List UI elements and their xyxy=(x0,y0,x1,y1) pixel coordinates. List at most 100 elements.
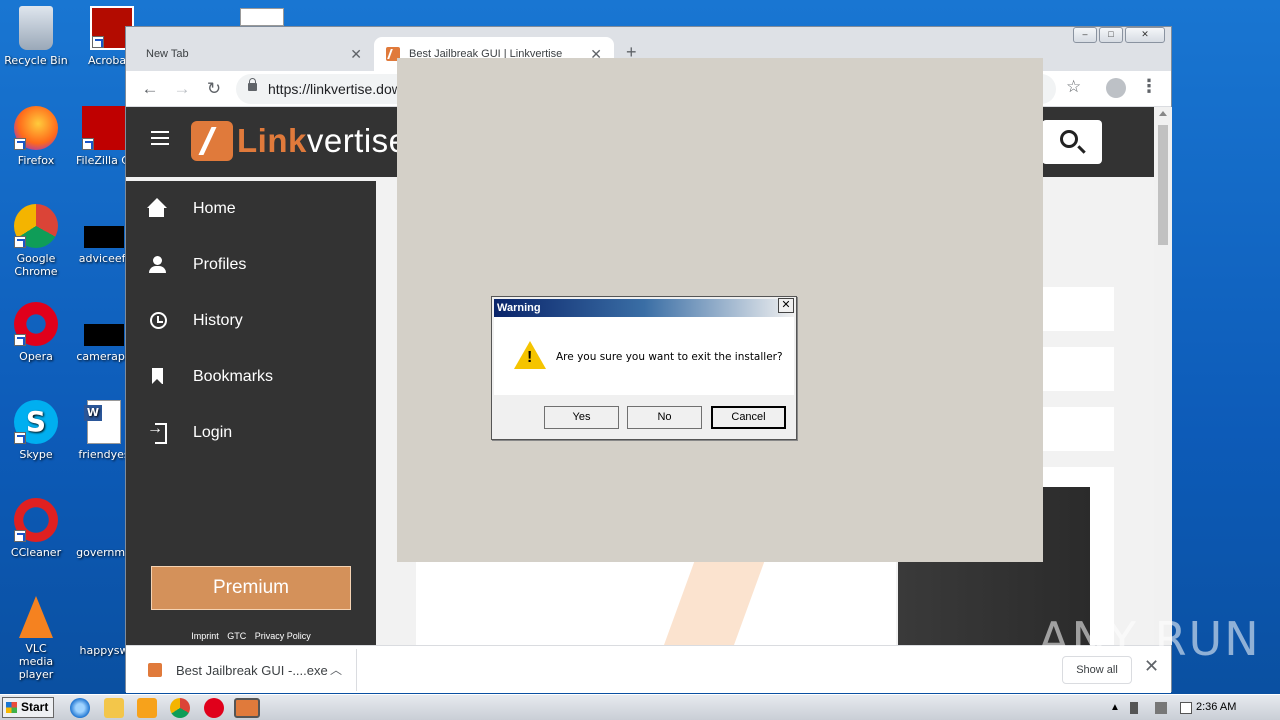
hamburger-menu-icon[interactable] xyxy=(151,131,169,149)
side-navigation: Home Profiles History Bookmarks Login Pr… xyxy=(126,181,376,645)
gtc-link[interactable]: GTC xyxy=(227,631,246,641)
menu-kebab-icon[interactable]: ⋮ xyxy=(1140,76,1158,97)
nav-item-profiles[interactable]: Profiles xyxy=(126,245,376,285)
download-item[interactable]: Best Jailbreak GUI -....exe ︿ xyxy=(132,649,357,691)
nav-item-login[interactable]: Login xyxy=(126,413,376,453)
system-tray: ▲ xyxy=(1100,695,1280,720)
cancel-button[interactable]: Cancel xyxy=(711,406,786,429)
nav-item-home[interactable]: Home xyxy=(126,189,376,229)
back-arrow-icon[interactable]: ← xyxy=(138,77,162,101)
yes-button[interactable]: Yes xyxy=(544,406,619,429)
imprint-link[interactable]: Imprint xyxy=(191,631,219,641)
page-scrollbar[interactable] xyxy=(1154,107,1172,645)
bookmark-star-icon[interactable]: ☆ xyxy=(1066,77,1081,97)
linkvertise-logo-icon xyxy=(191,121,233,161)
desktop-icon-label: Google Chrome xyxy=(14,252,58,278)
desktop-icon-label: Recycle Bin xyxy=(4,54,68,67)
maximize-button[interactable]: □ xyxy=(1099,27,1123,43)
desktop-icon-recycle-bin[interactable]: Recycle Bin xyxy=(0,6,72,67)
word-doc-icon: W xyxy=(84,400,121,444)
tab-title: New Tab xyxy=(146,48,189,60)
file-icon xyxy=(84,226,124,248)
nav-label: Profiles xyxy=(193,256,247,273)
minimize-button[interactable]: ‒ xyxy=(1073,27,1097,43)
promo-banner xyxy=(416,562,896,645)
reload-icon[interactable]: ↻ xyxy=(202,77,226,101)
system-clock[interactable]: 2:36 AM xyxy=(1196,701,1236,713)
desktop-icon-label: Skype xyxy=(19,448,53,461)
warning-exclamation: ! xyxy=(527,349,533,366)
show-hidden-icons-icon[interactable]: ▲ xyxy=(1110,702,1122,714)
privacy-policy-link[interactable]: Privacy Policy xyxy=(255,631,311,641)
desktop-icon-label: Opera xyxy=(19,350,53,363)
premium-button[interactable]: Premium xyxy=(151,566,351,610)
dialog-title: Warning xyxy=(497,302,541,314)
warning-dialog: Warning ✕ ! Are you sure you want to exi… xyxy=(491,296,797,440)
home-icon xyxy=(147,198,169,220)
close-tab-icon[interactable]: ✕ xyxy=(350,46,362,63)
nav-item-bookmarks[interactable]: Bookmarks xyxy=(126,357,376,397)
nav-label: History xyxy=(193,312,243,329)
search-icon xyxy=(1060,130,1078,148)
scroll-thumb[interactable] xyxy=(1158,125,1168,245)
desktop-icon-ccleaner[interactable]: CCleaner xyxy=(0,498,72,559)
desktop-icon-firefox[interactable]: Firefox xyxy=(0,106,72,167)
desktop-icon-skype[interactable]: S Skype xyxy=(0,400,72,461)
scroll-up-arrow-icon[interactable] xyxy=(1159,111,1167,116)
nav-label: Bookmarks xyxy=(193,368,274,385)
tab-new-tab[interactable]: New Tab ✕ xyxy=(134,37,374,71)
media-player-icon[interactable] xyxy=(137,698,157,718)
dialog-message: Are you sure you want to exit the instal… xyxy=(556,351,783,363)
file-icon xyxy=(82,596,126,640)
history-icon xyxy=(147,310,169,332)
explorer-folder-icon[interactable] xyxy=(104,698,124,718)
dialog-close-icon[interactable]: ✕ xyxy=(778,298,794,313)
opera-taskbar-icon[interactable] xyxy=(204,698,224,718)
bookmark-icon xyxy=(147,366,169,388)
linkvertise-logo[interactable]: Linkvertise xyxy=(191,121,408,161)
volume-icon[interactable] xyxy=(1130,702,1138,714)
desktop-icon-opera[interactable]: Opera xyxy=(0,302,72,363)
nav-item-history[interactable]: History xyxy=(126,301,376,341)
lock-icon xyxy=(248,78,257,91)
firefox-icon xyxy=(14,106,58,150)
filezilla-icon xyxy=(82,106,126,150)
opera-icon xyxy=(14,302,58,346)
desktop-icon-label: VLC media player xyxy=(18,642,54,681)
anyrun-watermark: ANY RUN xyxy=(1038,612,1261,666)
chrome-icon xyxy=(14,204,58,248)
desktop-icon-google-chrome[interactable]: Google Chrome xyxy=(0,204,72,278)
footer-links: Imprint GTC Privacy Policy xyxy=(126,631,376,641)
nav-label: Home xyxy=(193,200,236,217)
logo-text: Linkvertise xyxy=(237,122,408,159)
window-controls: ‒ □ ✕ xyxy=(1073,27,1165,43)
profile-icon xyxy=(147,254,169,276)
dialog-body: ! Are you sure you want to exit the inst… xyxy=(494,317,794,395)
taskbar: Start ▲ 2:36 AM xyxy=(0,694,1280,720)
ie-icon[interactable] xyxy=(70,698,90,718)
action-center-flag-icon[interactable] xyxy=(1180,702,1192,714)
download-bar: Best Jailbreak GUI -....exe ︿ Show all ✕ xyxy=(126,645,1171,693)
desktop-doc-icon[interactable] xyxy=(240,8,284,26)
close-window-button[interactable]: ✕ xyxy=(1125,27,1165,43)
chrome-taskbar-icon[interactable] xyxy=(170,698,190,718)
forward-arrow-icon[interactable]: → xyxy=(170,77,194,101)
linkvertise-taskbar-icon[interactable] xyxy=(234,698,260,718)
start-button[interactable]: Start xyxy=(2,697,54,718)
file-icon xyxy=(84,324,124,346)
chevron-up-icon[interactable]: ︿ xyxy=(330,661,342,678)
network-icon[interactable] xyxy=(1155,702,1167,714)
desktop-icon-label: CCleaner xyxy=(10,546,62,559)
file-icon xyxy=(82,498,126,542)
no-button[interactable]: No xyxy=(627,406,702,429)
skype-icon: S xyxy=(14,400,58,444)
profile-avatar-icon[interactable] xyxy=(1106,78,1126,98)
url-text: https://linkvertise.dow xyxy=(268,81,402,97)
dialog-title-bar[interactable]: Warning xyxy=(494,299,794,317)
vlc-icon xyxy=(19,596,53,638)
download-file-icon xyxy=(148,663,162,677)
search-button[interactable] xyxy=(1042,120,1102,164)
desktop-icon-label: Firefox xyxy=(17,154,55,167)
recycle-bin-icon xyxy=(19,6,53,50)
desktop-icon-vlc[interactable]: VLC media player xyxy=(0,596,72,681)
